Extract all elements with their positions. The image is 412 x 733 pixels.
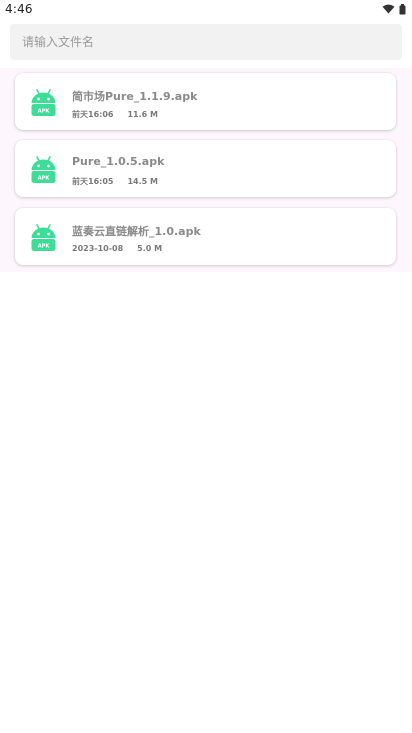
file-card[interactable]: APK 蓝奏云直链解析_1.0.apk 2023-10-08 5.0 M <box>15 208 396 265</box>
file-name: 简市场Pure_1.1.9.apk <box>72 90 198 103</box>
wifi-icon <box>382 4 395 14</box>
file-size: 14.5 M <box>127 177 158 186</box>
search-bar <box>0 18 412 68</box>
status-icons <box>382 3 406 15</box>
file-name: 蓝奏云直链解析_1.0.apk <box>72 225 201 238</box>
android-apk-icon: APK <box>31 156 56 183</box>
battery-icon <box>399 3 406 14</box>
file-date: 前天16:06 <box>72 110 114 119</box>
file-card[interactable]: APK Pure_1.0.5.apk 前天16:05 14.5 M <box>15 140 396 197</box>
android-apk-icon: APK <box>31 89 56 116</box>
apk-label: APK <box>38 109 51 115</box>
status-bar: 4:46 <box>0 0 412 18</box>
file-name: Pure_1.0.5.apk <box>72 155 165 168</box>
file-size: 11.6 M <box>127 110 158 119</box>
file-meta: 2023-10-08 5.0 M <box>72 244 162 253</box>
file-date: 前天16:05 <box>72 177 114 186</box>
status-time: 4:46 <box>5 2 33 16</box>
apk-label: APK <box>38 176 51 182</box>
file-size: 5.0 M <box>137 244 163 253</box>
file-meta: 前天16:05 14.5 M <box>72 176 158 187</box>
file-card[interactable]: APK 简市场Pure_1.1.9.apk 前天16:06 11.6 M <box>15 73 396 130</box>
file-date: 2023-10-08 <box>72 244 124 253</box>
file-meta: 前天16:06 11.6 M <box>72 109 158 120</box>
search-input[interactable] <box>10 24 402 60</box>
file-list: APK 简市场Pure_1.1.9.apk 前天16:06 11.6 M APK … <box>0 68 412 272</box>
android-apk-icon: APK <box>31 224 56 251</box>
apk-label: APK <box>38 244 51 250</box>
